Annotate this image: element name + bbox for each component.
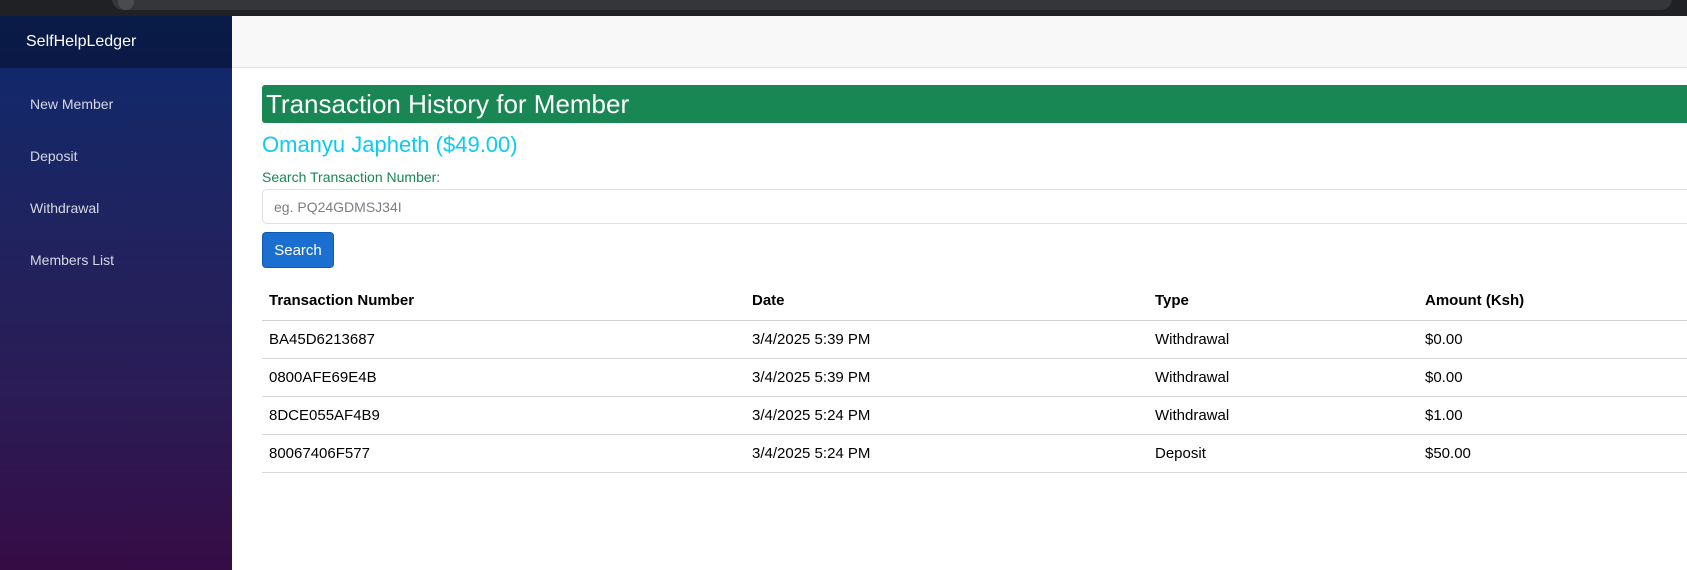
- page-title: Transaction History for Member: [262, 85, 1687, 123]
- cell-date: 3/4/2025 5:39 PM: [745, 320, 1148, 359]
- table-row: 0800AFE69E4B 3/4/2025 5:39 PM Withdrawal…: [262, 358, 1687, 397]
- cell-transaction-number: 8DCE055AF4B9: [262, 396, 745, 435]
- cell-transaction-number: 0800AFE69E4B: [262, 358, 745, 397]
- cell-amount: $0.00: [1418, 358, 1687, 397]
- search-label: Search Transaction Number:: [262, 169, 441, 185]
- table-row: 8DCE055AF4B9 3/4/2025 5:24 PM Withdrawal…: [262, 396, 1687, 435]
- main-content: Transaction History for Member Omanyu Ja…: [262, 85, 1687, 473]
- cell-amount: $50.00: [1418, 434, 1687, 473]
- sidebar: SelfHelpLedger New Member Deposit Withdr…: [0, 16, 232, 570]
- sidebar-item-members-list[interactable]: Members List: [0, 234, 232, 286]
- header-transaction-number: Transaction Number: [262, 282, 745, 321]
- brand-logo[interactable]: SelfHelpLedger: [0, 16, 232, 68]
- cell-date: 3/4/2025 5:24 PM: [745, 396, 1148, 435]
- cell-transaction-number: 80067406F577: [262, 434, 745, 473]
- cell-transaction-number: BA45D6213687: [262, 320, 745, 359]
- transactions-table: Transaction Number Date Type Amount (Ksh…: [262, 282, 1687, 473]
- header-type: Type: [1148, 282, 1418, 321]
- cell-amount: $1.00: [1418, 396, 1687, 435]
- browser-chrome: [0, 0, 1687, 16]
- sidebar-item-deposit[interactable]: Deposit: [0, 130, 232, 182]
- cell-type: Deposit: [1148, 434, 1418, 473]
- member-name-balance: Omanyu Japheth ($49.00): [262, 132, 518, 157]
- search-button[interactable]: Search: [262, 232, 334, 268]
- table-row: BA45D6213687 3/4/2025 5:39 PM Withdrawal…: [262, 320, 1687, 359]
- cell-date: 3/4/2025 5:24 PM: [745, 434, 1148, 473]
- top-bar: [232, 16, 1687, 68]
- sidebar-nav: New Member Deposit Withdrawal Members Li…: [0, 68, 232, 286]
- cell-type: Withdrawal: [1148, 396, 1418, 435]
- search-input[interactable]: [262, 189, 1687, 224]
- browser-address-bar[interactable]: [112, 0, 1672, 10]
- table-row: 80067406F577 3/4/2025 5:24 PM Deposit $5…: [262, 434, 1687, 473]
- cell-type: Withdrawal: [1148, 320, 1418, 359]
- cell-amount: $0.00: [1418, 320, 1687, 359]
- header-amount: Amount (Ksh): [1418, 282, 1687, 321]
- cell-type: Withdrawal: [1148, 358, 1418, 397]
- sidebar-item-withdrawal[interactable]: Withdrawal: [0, 182, 232, 234]
- header-date: Date: [745, 282, 1148, 321]
- table-header-row: Transaction Number Date Type Amount (Ksh…: [262, 282, 1687, 321]
- sidebar-item-new-member[interactable]: New Member: [0, 78, 232, 130]
- cell-date: 3/4/2025 5:39 PM: [745, 358, 1148, 397]
